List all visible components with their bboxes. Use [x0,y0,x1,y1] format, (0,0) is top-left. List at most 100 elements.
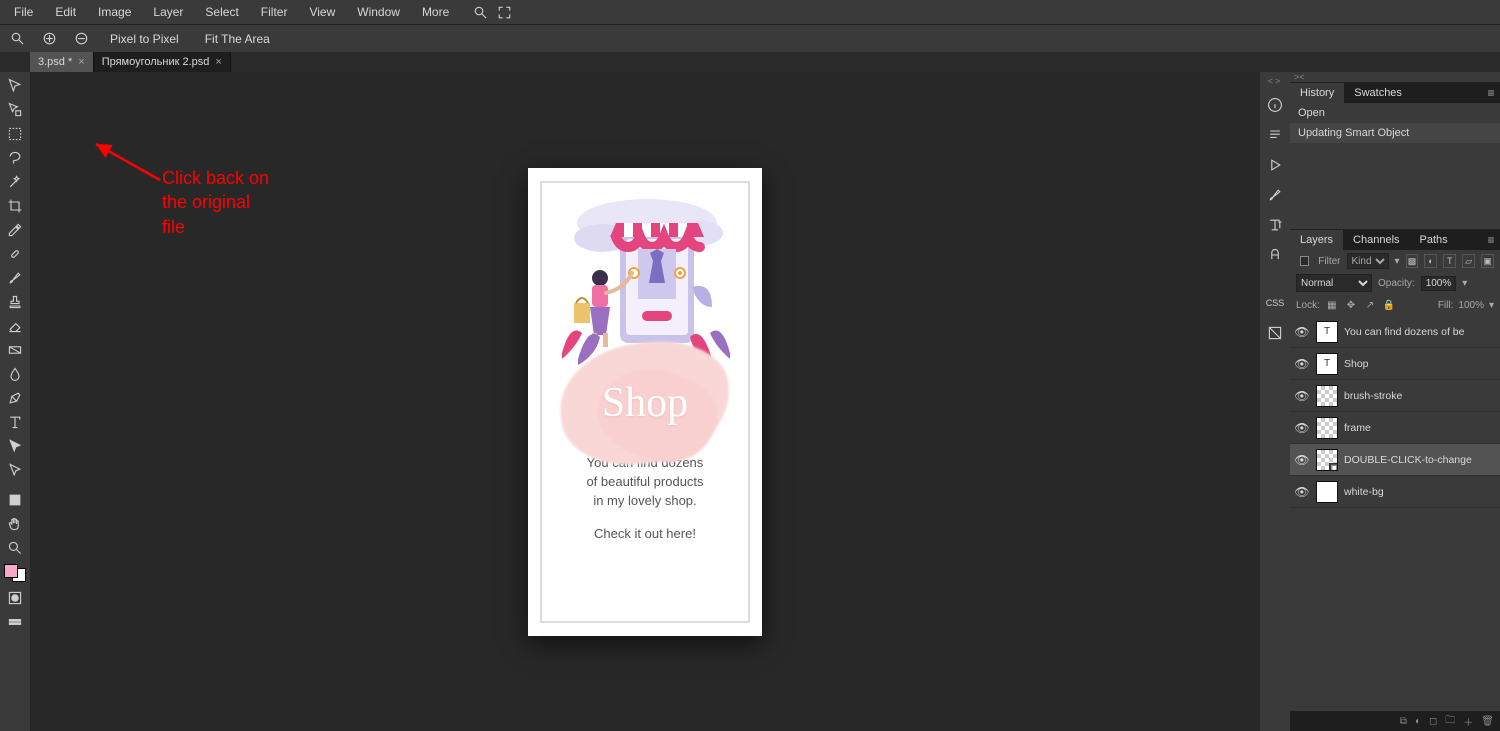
search-icon[interactable] [469,1,491,23]
layer-mask-icon[interactable]: ◻ [1429,716,1437,727]
channels-tab[interactable]: Channels [1343,230,1409,250]
menu-image[interactable]: Image [88,1,141,23]
quickmask-tool[interactable] [2,586,28,610]
filter-smart-icon[interactable]: ▣ [1481,254,1494,268]
lock-image-icon[interactable]: ↗ [1363,298,1377,312]
layer-kind-select[interactable]: Kind [1347,253,1389,269]
pixel-to-pixel-button[interactable]: Pixel to Pixel [102,32,187,46]
menu-view[interactable]: View [299,1,345,23]
heal-tool[interactable] [2,242,28,266]
menu-window[interactable]: Window [347,1,410,23]
fit-area-button[interactable]: Fit The Area [197,32,278,46]
gradient-tool[interactable] [2,338,28,362]
close-icon[interactable]: × [78,56,84,68]
filter-adjust-icon[interactable]: ◐ [1424,254,1437,268]
collapse-handle-icon[interactable]: <> [1268,76,1283,86]
menu-edit[interactable]: Edit [45,1,86,23]
paragraph-panel-icon[interactable] [1263,124,1287,146]
wand-tool[interactable] [2,170,28,194]
eyedropper-tool[interactable] [2,218,28,242]
blur-tool[interactable] [2,362,28,386]
crop-tool[interactable] [2,194,28,218]
fill-value[interactable]: 100% [1458,300,1484,311]
paths-tab[interactable]: Paths [1410,230,1458,250]
swatch-panel-icon[interactable] [1263,322,1287,344]
visibility-icon[interactable]: 👁 [1294,356,1310,372]
chevron-down-icon[interactable]: ▾ [1489,300,1494,311]
blend-mode-select[interactable]: Normal [1296,274,1372,292]
foreground-color-swatch[interactable] [4,564,18,578]
close-icon[interactable]: × [215,56,221,68]
visibility-icon[interactable]: 👁 [1294,484,1310,500]
canvas-area[interactable]: Shop You can find dozens of beautiful pr… [30,72,1260,731]
menu-layer[interactable]: Layer [143,1,193,23]
brush-tool[interactable] [2,266,28,290]
direct-select-tool[interactable] [2,458,28,482]
brushes-panel-icon[interactable] [1263,184,1287,206]
lasso-tool[interactable] [2,146,28,170]
filter-shape-icon[interactable]: ▱ [1462,254,1475,268]
history-row[interactable]: Updating Smart Object [1290,123,1500,143]
fullscreen-icon[interactable] [493,1,515,23]
layer-row[interactable]: 👁 ▣ DOUBLE-CLICK-to-change [1290,444,1500,476]
pen-tool[interactable] [2,386,28,410]
visibility-icon[interactable]: 👁 [1294,388,1310,404]
lock-pixels-icon[interactable]: ▦ [1325,298,1339,312]
lock-all-icon[interactable]: 🔒 [1382,298,1396,312]
layer-filter-checkbox[interactable] [1300,256,1309,266]
zoom-tool[interactable] [2,536,28,560]
filter-text-icon[interactable]: T [1443,254,1456,268]
swatches-tab[interactable]: Swatches [1344,83,1412,103]
document-canvas[interactable]: Shop You can find dozens of beautiful pr… [528,168,762,636]
info-panel-icon[interactable] [1263,94,1287,116]
history-tab[interactable]: History [1290,83,1344,103]
move-tool[interactable] [2,74,28,98]
layer-row[interactable]: 👁 white-bg [1290,476,1500,508]
text-tool[interactable] [2,410,28,434]
layer-style-icon[interactable]: ◐ [1415,716,1421,727]
screenmode-tool[interactable] [2,610,28,634]
color-swatch[interactable] [4,564,26,582]
layers-tab[interactable]: Layers [1290,230,1343,250]
visibility-icon[interactable]: 👁 [1294,324,1310,340]
actions-panel-icon[interactable] [1263,154,1287,176]
artboard-tool[interactable] [2,98,28,122]
layer-thumb [1316,385,1338,407]
panel-menu-icon[interactable]: ≡ [1482,83,1500,103]
visibility-icon[interactable]: 👁 [1294,452,1310,468]
hand-tool[interactable] [2,512,28,536]
layer-row[interactable]: 👁 frame [1290,412,1500,444]
visibility-icon[interactable]: 👁 [1294,420,1310,436]
glyphs-panel-icon[interactable] [1263,244,1287,266]
css-panel-icon[interactable]: CSS [1263,292,1287,314]
layer-row[interactable]: 👁 T Shop [1290,348,1500,380]
delete-layer-icon[interactable]: 🗑 [1481,716,1494,727]
zoom-in-icon[interactable] [38,28,60,50]
panel-menu-icon[interactable]: ≡ [1482,230,1500,250]
new-layer-icon[interactable]: ＋ [1463,714,1473,729]
layer-row[interactable]: 👁 T You can find dozens of be [1290,316,1500,348]
lock-position-icon[interactable]: ✥ [1344,298,1358,312]
marquee-tool[interactable] [2,122,28,146]
filter-pixel-icon[interactable]: ▩ [1406,254,1419,268]
menu-more[interactable]: More [412,1,459,23]
chevron-down-icon[interactable]: ▾ [1462,278,1467,289]
layer-row[interactable]: 👁 brush-stroke [1290,380,1500,412]
shape-tool[interactable] [2,488,28,512]
opacity-value[interactable]: 100% [1421,276,1457,291]
new-group-icon[interactable]: 🗀 [1445,713,1455,730]
link-layers-icon[interactable]: ⧉ [1400,716,1407,727]
character-panel-icon[interactable] [1263,214,1287,236]
zoom-out-icon[interactable] [70,28,92,50]
stamp-tool[interactable] [2,290,28,314]
menu-file[interactable]: File [4,1,43,23]
history-row[interactable]: Open [1290,103,1500,123]
menu-select[interactable]: Select [195,1,248,23]
document-tab-2[interactable]: Прямоугольник 2.psd × [94,52,231,72]
document-tab-1[interactable]: 3.psd * × [30,52,94,72]
menu-filter[interactable]: Filter [251,1,298,23]
eraser-tool[interactable] [2,314,28,338]
annotation-arrow [90,140,170,200]
path-select-tool[interactable] [2,434,28,458]
zoom-tool-icon[interactable] [6,28,28,50]
